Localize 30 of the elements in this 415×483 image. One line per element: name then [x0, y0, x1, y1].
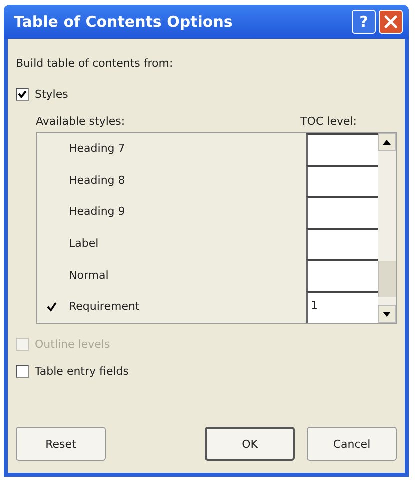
style-name[interactable]: Heading 9 — [67, 205, 306, 218]
styles-checkbox[interactable]: Styles — [16, 88, 397, 101]
close-icon — [383, 14, 399, 30]
column-heading: Available styles: — [36, 115, 126, 128]
column-heading: TOC level: — [300, 115, 357, 128]
dialog-button[interactable]: OK — [205, 427, 295, 461]
down-arrow-icon — [383, 312, 391, 316]
help-button[interactable]: ? — [352, 10, 376, 34]
style-name[interactable]: Requirement — [67, 300, 306, 314]
level-field[interactable]: 1 — [306, 290, 378, 323]
scroll-down-button[interactable] — [378, 305, 396, 323]
window-title: Table of Contents Options — [14, 13, 233, 31]
style-name[interactable]: Heading 7 — [67, 142, 306, 156]
up-arrow-icon — [383, 140, 391, 144]
scroll-thumb[interactable] — [378, 261, 396, 297]
close-button[interactable] — [379, 10, 403, 34]
scrollbar[interactable] — [378, 133, 396, 323]
option-checkbox[interactable]: Table entry fields — [16, 365, 397, 378]
section-label: Build table of contents from: — [16, 57, 174, 70]
style-name[interactable]: Label — [67, 237, 306, 250]
level-field[interactable] — [306, 133, 378, 165]
dialog-button[interactable]: Cancel — [307, 427, 397, 461]
level-field[interactable] — [306, 228, 378, 260]
style-name[interactable]: Heading 8 — [67, 174, 306, 187]
style-name[interactable]: Normal — [67, 268, 306, 282]
dialog-button[interactable]: Reset — [16, 427, 106, 461]
level-field[interactable] — [306, 196, 378, 228]
level-field[interactable] — [306, 164, 378, 196]
scroll-up-button[interactable] — [378, 133, 396, 151]
level-field[interactable] — [306, 259, 378, 291]
